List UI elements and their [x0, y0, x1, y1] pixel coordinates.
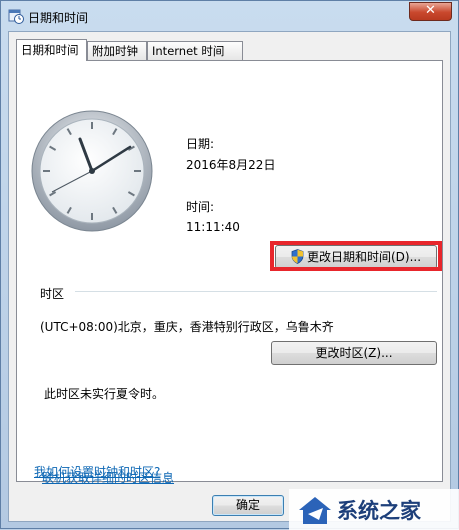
- timezone-value: (UTC+08:00)北京，重庆，香港特别行政区，乌鲁木齐: [40, 320, 334, 334]
- change-timezone-button[interactable]: 更改时区(Z)...: [271, 341, 437, 365]
- dialog-client-area: 日期和时间 附加时钟 Internet 时间 日期: 2016年8月22日 时间…: [8, 31, 451, 522]
- watermark-text: 系统之家: [337, 499, 421, 523]
- dst-note: 此时区未实行夏令时。: [44, 387, 165, 401]
- date-value: 2016年8月22日: [186, 158, 276, 172]
- tab-panel: 日期: 2016年8月22日 时间: 11:11:40 更改日期和时间(D)..…: [16, 60, 443, 485]
- tab-internet-time[interactable]: Internet 时间: [147, 41, 243, 60]
- timezone-section-label: 时区: [40, 287, 65, 301]
- time-value: 11:11:40: [186, 220, 240, 234]
- analog-clock-icon: [31, 110, 153, 232]
- window-title: 日期和时间: [28, 11, 89, 25]
- title-bar[interactable]: 日期和时间 ✕: [1, 1, 458, 31]
- house-logo-icon: [299, 497, 331, 524]
- date-time-dialog: 日期和时间 ✕ 日期和时间 附加时钟 Internet 时间 日期: 2016年…: [0, 0, 459, 530]
- watermark-logo: 系统之家: [289, 489, 459, 530]
- time-label: 时间:: [186, 200, 215, 214]
- timezone-divider: [75, 291, 437, 292]
- highlight-box: [270, 241, 442, 271]
- close-button[interactable]: ✕: [409, 2, 452, 21]
- tab-additional-clocks[interactable]: 附加时钟: [87, 41, 147, 60]
- calendar-clock-icon: [8, 8, 24, 24]
- tab-date-time[interactable]: 日期和时间: [16, 39, 87, 61]
- ok-button[interactable]: 确定: [212, 495, 284, 516]
- link-how-to-set-clock[interactable]: 我如何设置时钟和时区?: [34, 463, 160, 480]
- date-label: 日期:: [186, 137, 215, 151]
